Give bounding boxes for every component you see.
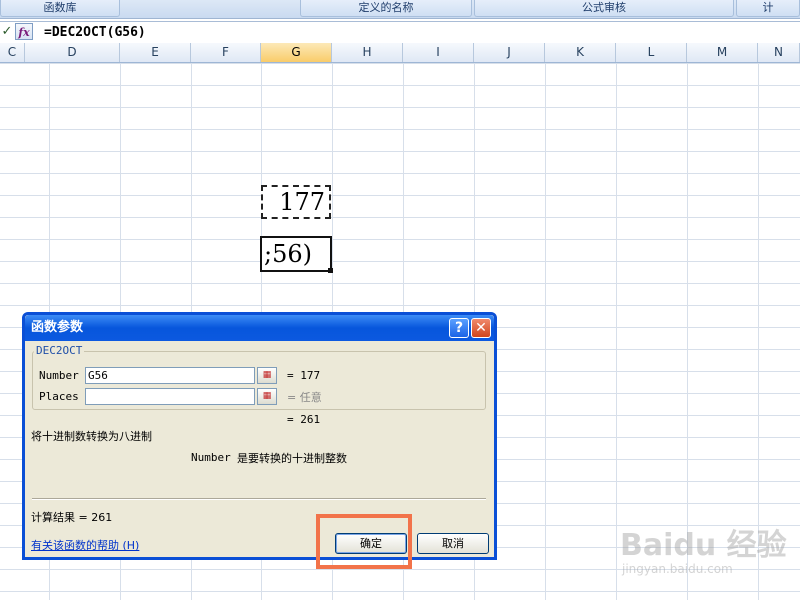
watermark-url: jingyan.baidu.com <box>622 562 733 576</box>
column-header-c[interactable]: C <box>0 43 25 62</box>
column-header-row: C D E F G H I J K L M N <box>0 43 800 63</box>
column-header-m[interactable]: M <box>687 43 758 62</box>
help-link[interactable]: 有关该函数的帮助 (H) <box>31 537 139 553</box>
grid-line <box>616 63 617 600</box>
column-header-k[interactable]: K <box>545 43 616 62</box>
function-arguments-dialog: 函数参数 ? ✕ DEC2OCT Number G56 ▦ = 177 Plac… <box>22 312 497 560</box>
arg-description: 是要转换的十进制整数 <box>237 452 347 465</box>
formula-bar: ✓ fx =DEC2OCT(G56) <box>0 21 800 44</box>
formula-result-inline: = 261 <box>287 413 321 426</box>
ribbon-group-formula-auditing[interactable]: 公式审核 <box>474 0 734 17</box>
insert-function-button[interactable]: fx <box>15 23 33 40</box>
fill-handle[interactable] <box>328 268 333 273</box>
help-icon[interactable]: ? <box>449 318 469 338</box>
column-header-l[interactable]: L <box>616 43 687 62</box>
arg-description-name: Number <box>191 451 231 464</box>
dialog-title[interactable]: 函数参数 <box>25 315 494 341</box>
collapse-dialog-icon[interactable]: ▦ <box>257 388 277 405</box>
places-arg-input[interactable] <box>85 388 255 405</box>
ribbon-group-calculation[interactable]: 计 <box>736 0 800 17</box>
ribbon-group-function-library[interactable]: 函数库 <box>0 0 120 17</box>
column-header-f[interactable]: F <box>191 43 261 62</box>
column-header-h[interactable]: H <box>332 43 403 62</box>
number-arg-label: Number <box>39 369 79 382</box>
ribbon-groups: 函数库 定义的名称 公式审核 计 <box>0 0 800 19</box>
calculation-result: 计算结果 = 261 <box>31 511 113 524</box>
column-header-d[interactable]: D <box>25 43 120 62</box>
formula-input[interactable]: =DEC2OCT(G56) <box>44 22 146 43</box>
cancel-button[interactable]: 取消 <box>417 533 489 554</box>
number-arg-result: = 177 <box>287 369 321 382</box>
active-cell-editing[interactable]: ;56) <box>260 236 332 272</box>
close-icon[interactable]: ✕ <box>471 318 491 338</box>
copied-source-cell[interactable]: 177 <box>261 185 331 219</box>
grid-line <box>545 63 546 600</box>
column-header-g[interactable]: G <box>261 43 332 62</box>
function-description: 将十进制数转换为八进制 <box>31 430 152 443</box>
collapse-dialog-icon[interactable]: ▦ <box>257 367 277 384</box>
places-arg-label: Places <box>39 390 79 403</box>
function-name-label: DEC2OCT <box>34 344 85 357</box>
number-arg-input[interactable]: G56 <box>85 367 255 384</box>
ribbon-group-defined-names[interactable]: 定义的名称 <box>300 0 472 17</box>
divider <box>32 498 486 500</box>
checkmark-icon[interactable]: ✓ <box>0 23 14 41</box>
column-header-n[interactable]: N <box>758 43 800 62</box>
column-header-e[interactable]: E <box>120 43 191 62</box>
watermark-logo: Baidu 经验 <box>620 528 787 563</box>
highlight-box <box>316 514 412 569</box>
places-arg-result: = 任意 <box>287 391 322 404</box>
column-header-i[interactable]: I <box>403 43 474 62</box>
column-header-j[interactable]: J <box>474 43 545 62</box>
